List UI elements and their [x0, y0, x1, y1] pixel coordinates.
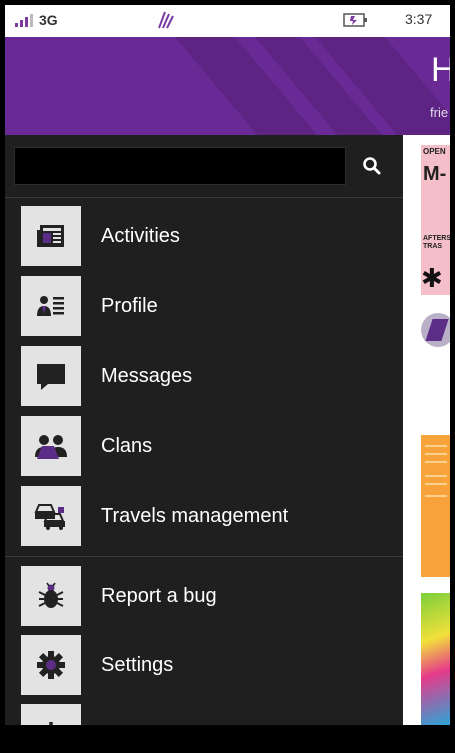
- side-menu: Activities Profile Messages Clans Travel…: [5, 135, 403, 725]
- feed-card-poster[interactable]: OPEN M- AFTERSH TRAS ✱: [421, 145, 450, 295]
- page-title: H: [431, 51, 450, 89]
- poster-text-main: M-: [423, 163, 447, 185]
- bottom-bezel: [5, 725, 450, 748]
- menu-item-icon-tile: [21, 416, 81, 476]
- cars-icon: [34, 504, 65, 530]
- menu-item-messages[interactable]: Messages: [21, 346, 403, 408]
- menu-item-label: Activities: [101, 225, 180, 247]
- poster-text-top: OPEN: [423, 147, 446, 156]
- poster-text-sub: AFTERSH TRAS: [423, 235, 450, 250]
- menu-item-report-bug[interactable]: Report a bug: [21, 566, 403, 628]
- newspaper-icon: [37, 225, 64, 247]
- bug-icon: [38, 582, 64, 608]
- menu-item-icon-tile: [21, 486, 81, 546]
- menu-item-label: Report a bug: [101, 585, 217, 607]
- poster-emblem: ✱: [421, 263, 443, 293]
- menu-item-label: Travels management: [101, 505, 289, 527]
- clock: 3:37: [405, 11, 433, 27]
- menu-item-label: Clans: [101, 435, 153, 457]
- menu-item-icon-tile: [21, 206, 81, 266]
- group-icon: [35, 435, 67, 459]
- menu-item-label: Logout: [101, 704, 162, 725]
- signal-bars-icon: [15, 14, 33, 27]
- profile-card-icon: [37, 296, 64, 316]
- feed-card-flyer[interactable]: [421, 435, 450, 577]
- menu-item-settings[interactable]: Settings: [21, 635, 403, 697]
- speech-bubble-icon: [37, 364, 65, 390]
- menu-item-profile[interactable]: Profile: [21, 276, 403, 338]
- status-bar: 3G 3:37: [5, 5, 450, 37]
- feed-avatar[interactable]: [421, 313, 450, 347]
- menu-item-travels-management[interactable]: Travels management: [21, 486, 403, 548]
- menu-item-label: Settings: [101, 654, 174, 676]
- menu-item-logout[interactable]: Logout: [21, 704, 403, 725]
- menu-item-icon-tile: [21, 635, 81, 695]
- network-type: 3G: [39, 12, 58, 28]
- menu-item-icon-tile: [21, 566, 81, 626]
- menu-item-clans[interactable]: Clans: [21, 416, 403, 478]
- search-button[interactable]: [355, 149, 389, 183]
- background-feed: OPEN M- AFTERSH TRAS ✱: [403, 135, 450, 725]
- menu-item-label: Messages: [101, 365, 193, 387]
- menu-item-label: Profile: [101, 295, 158, 317]
- search-input[interactable]: [14, 147, 346, 185]
- menu-item-icon-tile: [21, 704, 81, 725]
- app-header: H frie: [5, 37, 450, 135]
- divider: [5, 556, 403, 557]
- battery-charging-icon: [343, 13, 367, 27]
- divider: [5, 197, 403, 198]
- menu-item-icon-tile: [21, 276, 81, 336]
- page-subtitle: frie: [430, 105, 449, 120]
- wifi-icon: [158, 11, 174, 29]
- gear-icon: [37, 651, 65, 679]
- menu-item-activities[interactable]: Activities: [21, 206, 403, 268]
- phone-frame: 3G 3:37 H frie OPEN M- AFTERSH TRAS ✱: [0, 0, 455, 753]
- feed-card-image[interactable]: [421, 593, 450, 725]
- menu-item-icon-tile: [21, 346, 81, 406]
- search-icon: [363, 157, 381, 175]
